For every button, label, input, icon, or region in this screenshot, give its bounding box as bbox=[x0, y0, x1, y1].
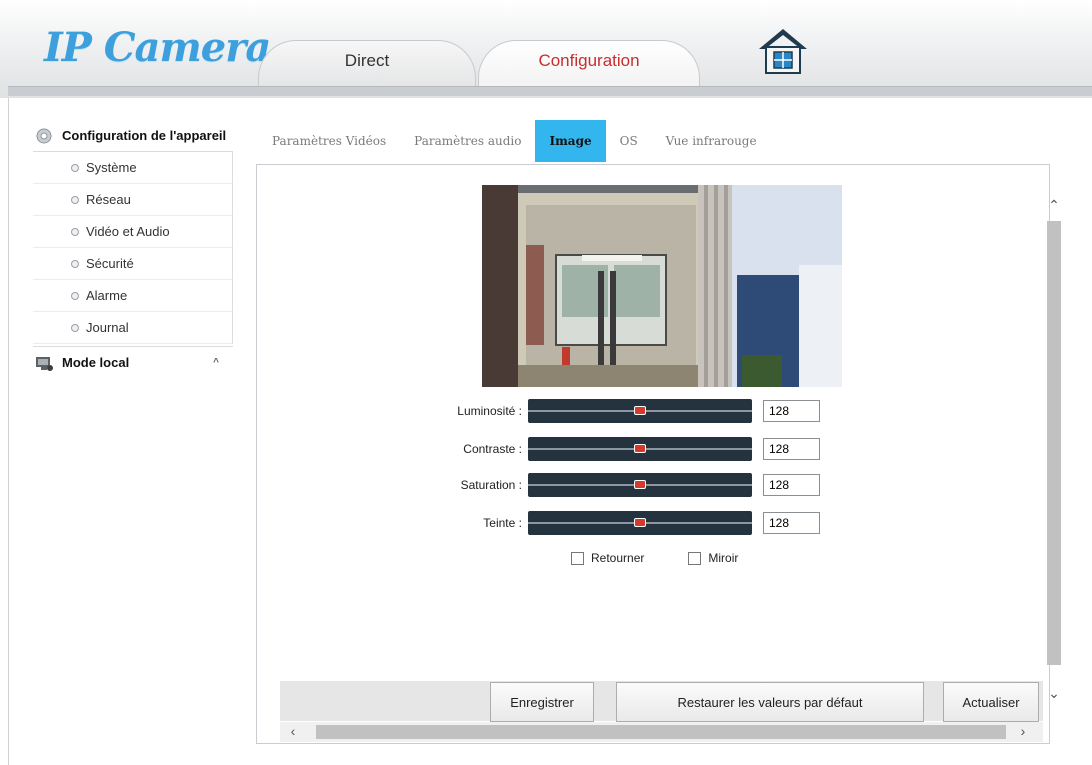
chevron-up-icon[interactable]: ^ bbox=[213, 357, 219, 368]
subtab-infrared[interactable]: Vue infrarouge bbox=[652, 120, 771, 162]
home-icon[interactable] bbox=[757, 27, 809, 75]
sidebar-item-label: Alarme bbox=[86, 288, 128, 303]
sidebar-item-video-audio[interactable]: Vidéo et Audio bbox=[33, 216, 233, 248]
sidebar-device-config[interactable]: Configuration de l'appareil bbox=[33, 120, 233, 152]
subtab-video-settings[interactable]: Paramètres Vidéos bbox=[258, 120, 400, 162]
sidebar-local-mode-label: Mode local bbox=[62, 355, 130, 370]
subtab-image[interactable]: Image bbox=[535, 120, 606, 162]
left-border bbox=[8, 98, 9, 765]
restore-defaults-button[interactable]: Restaurer les valeurs par défaut bbox=[616, 682, 924, 722]
sidebar-item-label: Vidéo et Audio bbox=[86, 224, 170, 239]
image-settings-panel: Luminosité : Contraste : Saturation : bbox=[256, 164, 1061, 744]
tab-direct[interactable]: Direct bbox=[258, 40, 476, 88]
scroll-left-icon[interactable]: ‹ bbox=[284, 723, 302, 739]
flip-mirror-options: Retourner Miroir bbox=[571, 551, 738, 565]
sidebar-item-label: Réseau bbox=[86, 192, 131, 207]
slider-thumb[interactable] bbox=[634, 518, 646, 527]
bullet-icon bbox=[71, 195, 79, 204]
brightness-label: Luminosité : bbox=[457, 404, 522, 418]
vertical-scroll-thumb[interactable] bbox=[1047, 221, 1061, 665]
bullet-icon bbox=[71, 323, 79, 332]
contrast-slider[interactable] bbox=[528, 437, 752, 461]
save-button[interactable]: Enregistrer bbox=[490, 682, 594, 722]
scroll-down-icon[interactable]: ⌄ bbox=[1045, 685, 1063, 702]
scroll-up-icon[interactable]: ⌃ bbox=[1045, 197, 1063, 214]
sidebar-item-label: Sécurité bbox=[86, 256, 134, 271]
sidebar-item-systeme[interactable]: Système bbox=[33, 152, 233, 184]
flip-label: Retourner bbox=[591, 551, 645, 565]
hue-value-input[interactable] bbox=[763, 512, 820, 534]
contrast-row: Contraste : bbox=[427, 437, 820, 461]
camera-preview-image bbox=[482, 185, 842, 387]
bullet-icon bbox=[71, 227, 79, 236]
local-mode-wrap: Mode local bbox=[35, 354, 129, 372]
header-divider bbox=[8, 86, 1092, 96]
saturation-row: Saturation : bbox=[427, 473, 820, 497]
brightness-value-input[interactable] bbox=[763, 400, 820, 422]
bullet-icon bbox=[71, 163, 79, 172]
slider-thumb[interactable] bbox=[634, 444, 646, 453]
tab-configuration[interactable]: Configuration bbox=[478, 40, 700, 88]
saturation-slider[interactable] bbox=[528, 473, 752, 497]
sidebar-item-label: Journal bbox=[86, 320, 129, 335]
sidebar-item-reseau[interactable]: Réseau bbox=[33, 184, 233, 216]
vertical-scrollbar[interactable]: ⌃ ⌄ bbox=[1045, 185, 1063, 707]
app-header: IP Camera Direct Configuration bbox=[0, 0, 1092, 98]
contrast-value-input[interactable] bbox=[763, 438, 820, 460]
slider-thumb[interactable] bbox=[634, 406, 646, 415]
sidebar-local-mode[interactable]: Mode local ^ bbox=[33, 346, 233, 378]
sidebar-item-securite[interactable]: Sécurité bbox=[33, 248, 233, 280]
bullet-icon bbox=[71, 259, 79, 268]
slider-thumb[interactable] bbox=[634, 480, 646, 489]
horizontal-scroll-thumb[interactable] bbox=[316, 725, 1006, 739]
saturation-label: Saturation : bbox=[460, 478, 522, 492]
hue-label: Teinte : bbox=[483, 516, 522, 530]
logo: IP Camera bbox=[44, 24, 271, 71]
saturation-value-input[interactable] bbox=[763, 474, 820, 496]
action-bar: Enregistrer Restaurer les valeurs par dé… bbox=[280, 681, 1043, 722]
mirror-checkbox[interactable] bbox=[688, 551, 702, 565]
contrast-label: Contraste : bbox=[463, 442, 522, 456]
sidebar-item-alarme[interactable]: Alarme bbox=[33, 280, 233, 312]
settings-subtabs: Paramètres Vidéos Paramètres audio Image… bbox=[258, 120, 771, 162]
hue-row: Teinte : bbox=[427, 511, 820, 535]
gear-icon bbox=[35, 127, 53, 145]
horizontal-scrollbar[interactable]: ‹ › bbox=[280, 722, 1043, 742]
flip-checkbox[interactable] bbox=[571, 551, 584, 565]
sidebar-device-config-label: Configuration de l'appareil bbox=[62, 128, 227, 143]
bullet-icon bbox=[71, 291, 79, 300]
monitor-icon bbox=[35, 354, 53, 372]
subtab-audio-settings[interactable]: Paramètres audio bbox=[400, 120, 535, 162]
scroll-right-icon[interactable]: › bbox=[1014, 723, 1032, 739]
sidebar-item-label: Système bbox=[86, 160, 137, 175]
refresh-button[interactable]: Actualiser bbox=[943, 682, 1039, 722]
hue-slider[interactable] bbox=[528, 511, 752, 535]
page: IP Camera Direct Configuration Configura… bbox=[0, 0, 1092, 765]
sidebar-item-journal[interactable]: Journal bbox=[33, 312, 233, 344]
brightness-slider[interactable] bbox=[528, 399, 752, 423]
subtab-os[interactable]: OS bbox=[606, 120, 652, 162]
brightness-row: Luminosité : bbox=[427, 399, 820, 423]
mirror-label: Miroir bbox=[708, 551, 739, 565]
sidebar: Configuration de l'appareil Système Rése… bbox=[33, 120, 233, 378]
